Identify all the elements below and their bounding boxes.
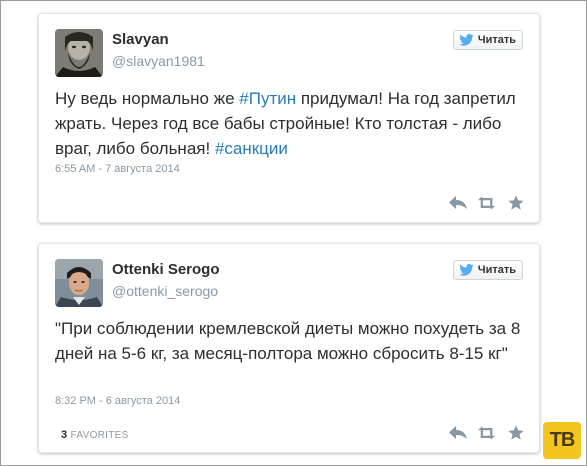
hashtag-link[interactable]: #Путин [239, 89, 296, 108]
reply-icon [449, 196, 467, 209]
favorites-count-number: 3 [61, 429, 68, 441]
tweet-text: "При соблюдении кремлевской диеты можно … [55, 316, 525, 366]
favorite-button[interactable] [507, 425, 525, 441]
hashtag-link[interactable]: #санкции [215, 139, 288, 158]
retweet-icon [478, 426, 496, 440]
reply-button[interactable] [449, 195, 467, 211]
tweet-timestamp[interactable]: 8:32 PM - 6 августа 2014 [55, 395, 180, 407]
avatar[interactable] [55, 259, 103, 307]
favorites-count[interactable]: 3 FAVORITES [61, 429, 129, 441]
reply-button[interactable] [449, 425, 467, 441]
twitter-bird-icon [459, 264, 474, 276]
twitter-bird-icon [459, 34, 474, 46]
retweet-button[interactable] [478, 195, 496, 211]
author-handle[interactable]: @slavyan1981 [112, 53, 205, 69]
favorite-button[interactable] [507, 195, 525, 211]
follow-button-label: Читать [477, 264, 516, 276]
avatar[interactable] [55, 29, 103, 77]
reply-icon [449, 426, 467, 439]
favorites-label: FAVORITES [70, 430, 129, 441]
tweet-timestamp[interactable]: 6:55 AM - 7 августа 2014 [55, 163, 180, 175]
favorite-icon [508, 425, 524, 440]
avatar-image-icon [55, 259, 103, 307]
site-logo: ТВ [543, 422, 581, 459]
tweet-text: Ну ведь нормально же #Путин придумал! На… [55, 86, 525, 161]
tweet-card: Ottenki Serogo @ottenki_serogo Читать "П… [38, 243, 540, 453]
author-name[interactable]: Slavyan [112, 31, 169, 48]
author-name[interactable]: Ottenki Serogo [112, 261, 220, 278]
follow-button[interactable]: Читать [452, 30, 523, 50]
tweet-text-segment: Ну ведь нормально же [55, 89, 240, 108]
retweet-icon [478, 196, 496, 210]
avatar-image-icon [55, 29, 103, 77]
tweet-card: Slavyan @slavyan1981 Читать Ну ведь норм… [38, 13, 540, 223]
tweet-actions [438, 425, 525, 441]
retweet-button[interactable] [478, 425, 496, 441]
follow-button-label: Читать [477, 34, 516, 46]
screenshot-frame: Slavyan @slavyan1981 Читать Ну ведь норм… [0, 0, 587, 466]
tweet-actions [438, 195, 525, 211]
favorite-icon [508, 195, 524, 210]
follow-button[interactable]: Читать [452, 260, 523, 280]
author-handle[interactable]: @ottenki_serogo [112, 283, 218, 299]
tweet-text-segment: "При соблюдении кремлевской диеты можно … [55, 319, 521, 363]
